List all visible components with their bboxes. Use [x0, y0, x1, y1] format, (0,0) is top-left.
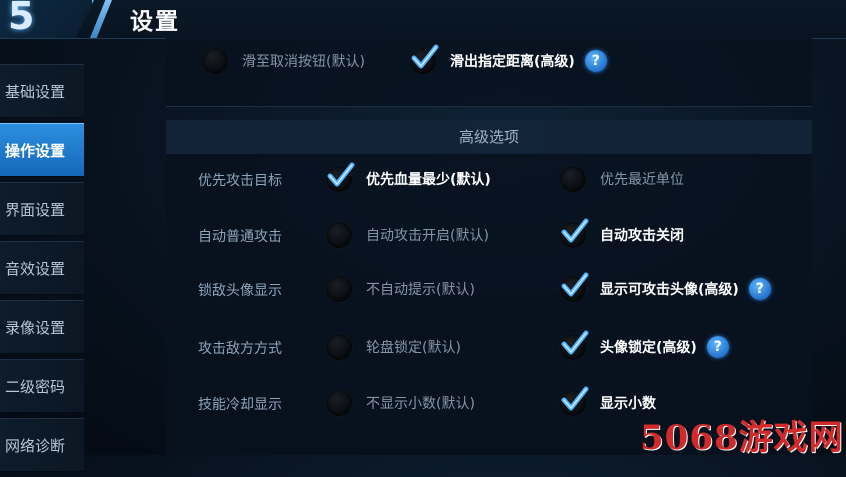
- sidebar-item-label: 界面设置: [5, 200, 66, 219]
- checkmark-icon: [561, 272, 589, 297]
- option-avatar-lock[interactable]: 头像锁定(高级) ?: [560, 330, 729, 360]
- option-nearest-unit[interactable]: 优先最近单位: [560, 166, 684, 192]
- option-lowest-hp[interactable]: 优先血量最少(默认): [326, 162, 491, 192]
- sidebar-item-label: 音效设置: [5, 259, 66, 278]
- sidebar-item-interface[interactable]: 界面设置: [0, 182, 84, 236]
- option-label: 不自动提示(默认): [366, 282, 475, 298]
- top-bar: 5 设置: [0, 0, 846, 39]
- radio-button[interactable]: [326, 276, 352, 302]
- option-label: 滑至取消按钮(默认): [242, 54, 365, 70]
- radio-button[interactable]: [560, 330, 589, 360]
- row-label: 技能冷却显示: [198, 397, 282, 413]
- cancel-mode-panel: 滑至取消按钮(默认) 滑出指定距离(高级) ?: [166, 38, 812, 107]
- section-title: 高级选项: [166, 120, 812, 154]
- page-title: 设置: [130, 9, 180, 35]
- title-divider: [90, 0, 112, 38]
- sidebar-item-controls[interactable]: 操作设置: [0, 123, 84, 177]
- sidebar-item-label: 录像设置: [5, 318, 66, 337]
- option-auto-attack-off[interactable]: 自动攻击关闭: [560, 218, 684, 248]
- sidebar-item-basic[interactable]: 基础设置: [0, 64, 84, 118]
- radio-button[interactable]: [560, 272, 589, 302]
- option-show-attack-avatar[interactable]: 显示可攻击头像(高级) ?: [560, 272, 771, 302]
- option-no-auto-hint[interactable]: 不自动提示(默认): [326, 276, 475, 302]
- row-label: 攻击敌方方式: [198, 341, 282, 357]
- option-auto-attack-on[interactable]: 自动攻击开启(默认): [326, 222, 489, 248]
- checkmark-icon: [327, 162, 355, 187]
- row-label: 自动普通攻击: [198, 229, 282, 245]
- option-label: 轮盘锁定(默认): [366, 340, 461, 356]
- sidebar-item-audio[interactable]: 音效设置: [0, 241, 84, 295]
- option-label: 不显示小数(默认): [366, 396, 475, 412]
- option-label: 自动攻击关闭: [600, 228, 684, 244]
- help-icon[interactable]: ?: [748, 278, 771, 300]
- option-label: 显示可攻击头像(高级): [600, 282, 739, 298]
- radio-button[interactable]: [326, 390, 352, 416]
- help-icon[interactable]: ?: [706, 336, 729, 358]
- option-label: 头像锁定(高级): [600, 340, 697, 356]
- checkmark-icon: [561, 330, 589, 355]
- option-hide-decimals[interactable]: 不显示小数(默认): [326, 390, 475, 416]
- checkmark-icon: [411, 44, 439, 69]
- radio-button[interactable]: [326, 162, 355, 192]
- radio-button[interactable]: [326, 334, 352, 360]
- sidebar-item-label: 操作设置: [5, 141, 66, 160]
- option-label: 优先最近单位: [600, 172, 684, 188]
- sidebar-item-label: 二级密码: [5, 377, 66, 396]
- option-slide-to-cancel[interactable]: 滑至取消按钮(默认): [202, 48, 365, 74]
- row-label: 优先攻击目标: [198, 173, 282, 189]
- checkmark-icon: [561, 218, 589, 243]
- back-button[interactable]: 5: [0, 0, 94, 38]
- sidebar-item-network[interactable]: 网络诊断: [0, 418, 84, 472]
- option-wheel-lock[interactable]: 轮盘锁定(默认): [326, 334, 461, 360]
- radio-button[interactable]: [410, 44, 439, 74]
- sidebar: 基础设置 操作设置 界面设置 音效设置 录像设置 二级密码 网络诊断: [0, 64, 84, 477]
- help-icon[interactable]: ?: [584, 50, 607, 72]
- advanced-options-panel: 高级选项 优先攻击目标 优先血量最少(默认) 优先最近单位 自动普通攻击 自动攻…: [166, 120, 812, 455]
- sidebar-item-password[interactable]: 二级密码: [0, 359, 84, 413]
- back-icon: 5: [8, 0, 35, 38]
- sidebar-item-label: 网络诊断: [5, 436, 66, 455]
- row-label: 锁敌头像显示: [198, 283, 282, 299]
- option-label: 自动攻击开启(默认): [366, 228, 489, 244]
- radio-button[interactable]: [326, 222, 352, 248]
- radio-button[interactable]: [560, 386, 589, 416]
- option-label: 滑出指定距离(高级): [450, 54, 575, 70]
- checkmark-icon: [561, 386, 589, 411]
- sidebar-item-label: 基础设置: [5, 82, 66, 101]
- radio-button[interactable]: [560, 218, 589, 248]
- site-watermark: 5068游戏网: [640, 418, 844, 458]
- radio-button[interactable]: [202, 48, 228, 74]
- radio-button[interactable]: [560, 166, 586, 192]
- option-slide-distance[interactable]: 滑出指定距离(高级) ?: [410, 44, 607, 74]
- sidebar-item-replay[interactable]: 录像设置: [0, 300, 84, 354]
- option-label: 优先血量最少(默认): [366, 172, 491, 188]
